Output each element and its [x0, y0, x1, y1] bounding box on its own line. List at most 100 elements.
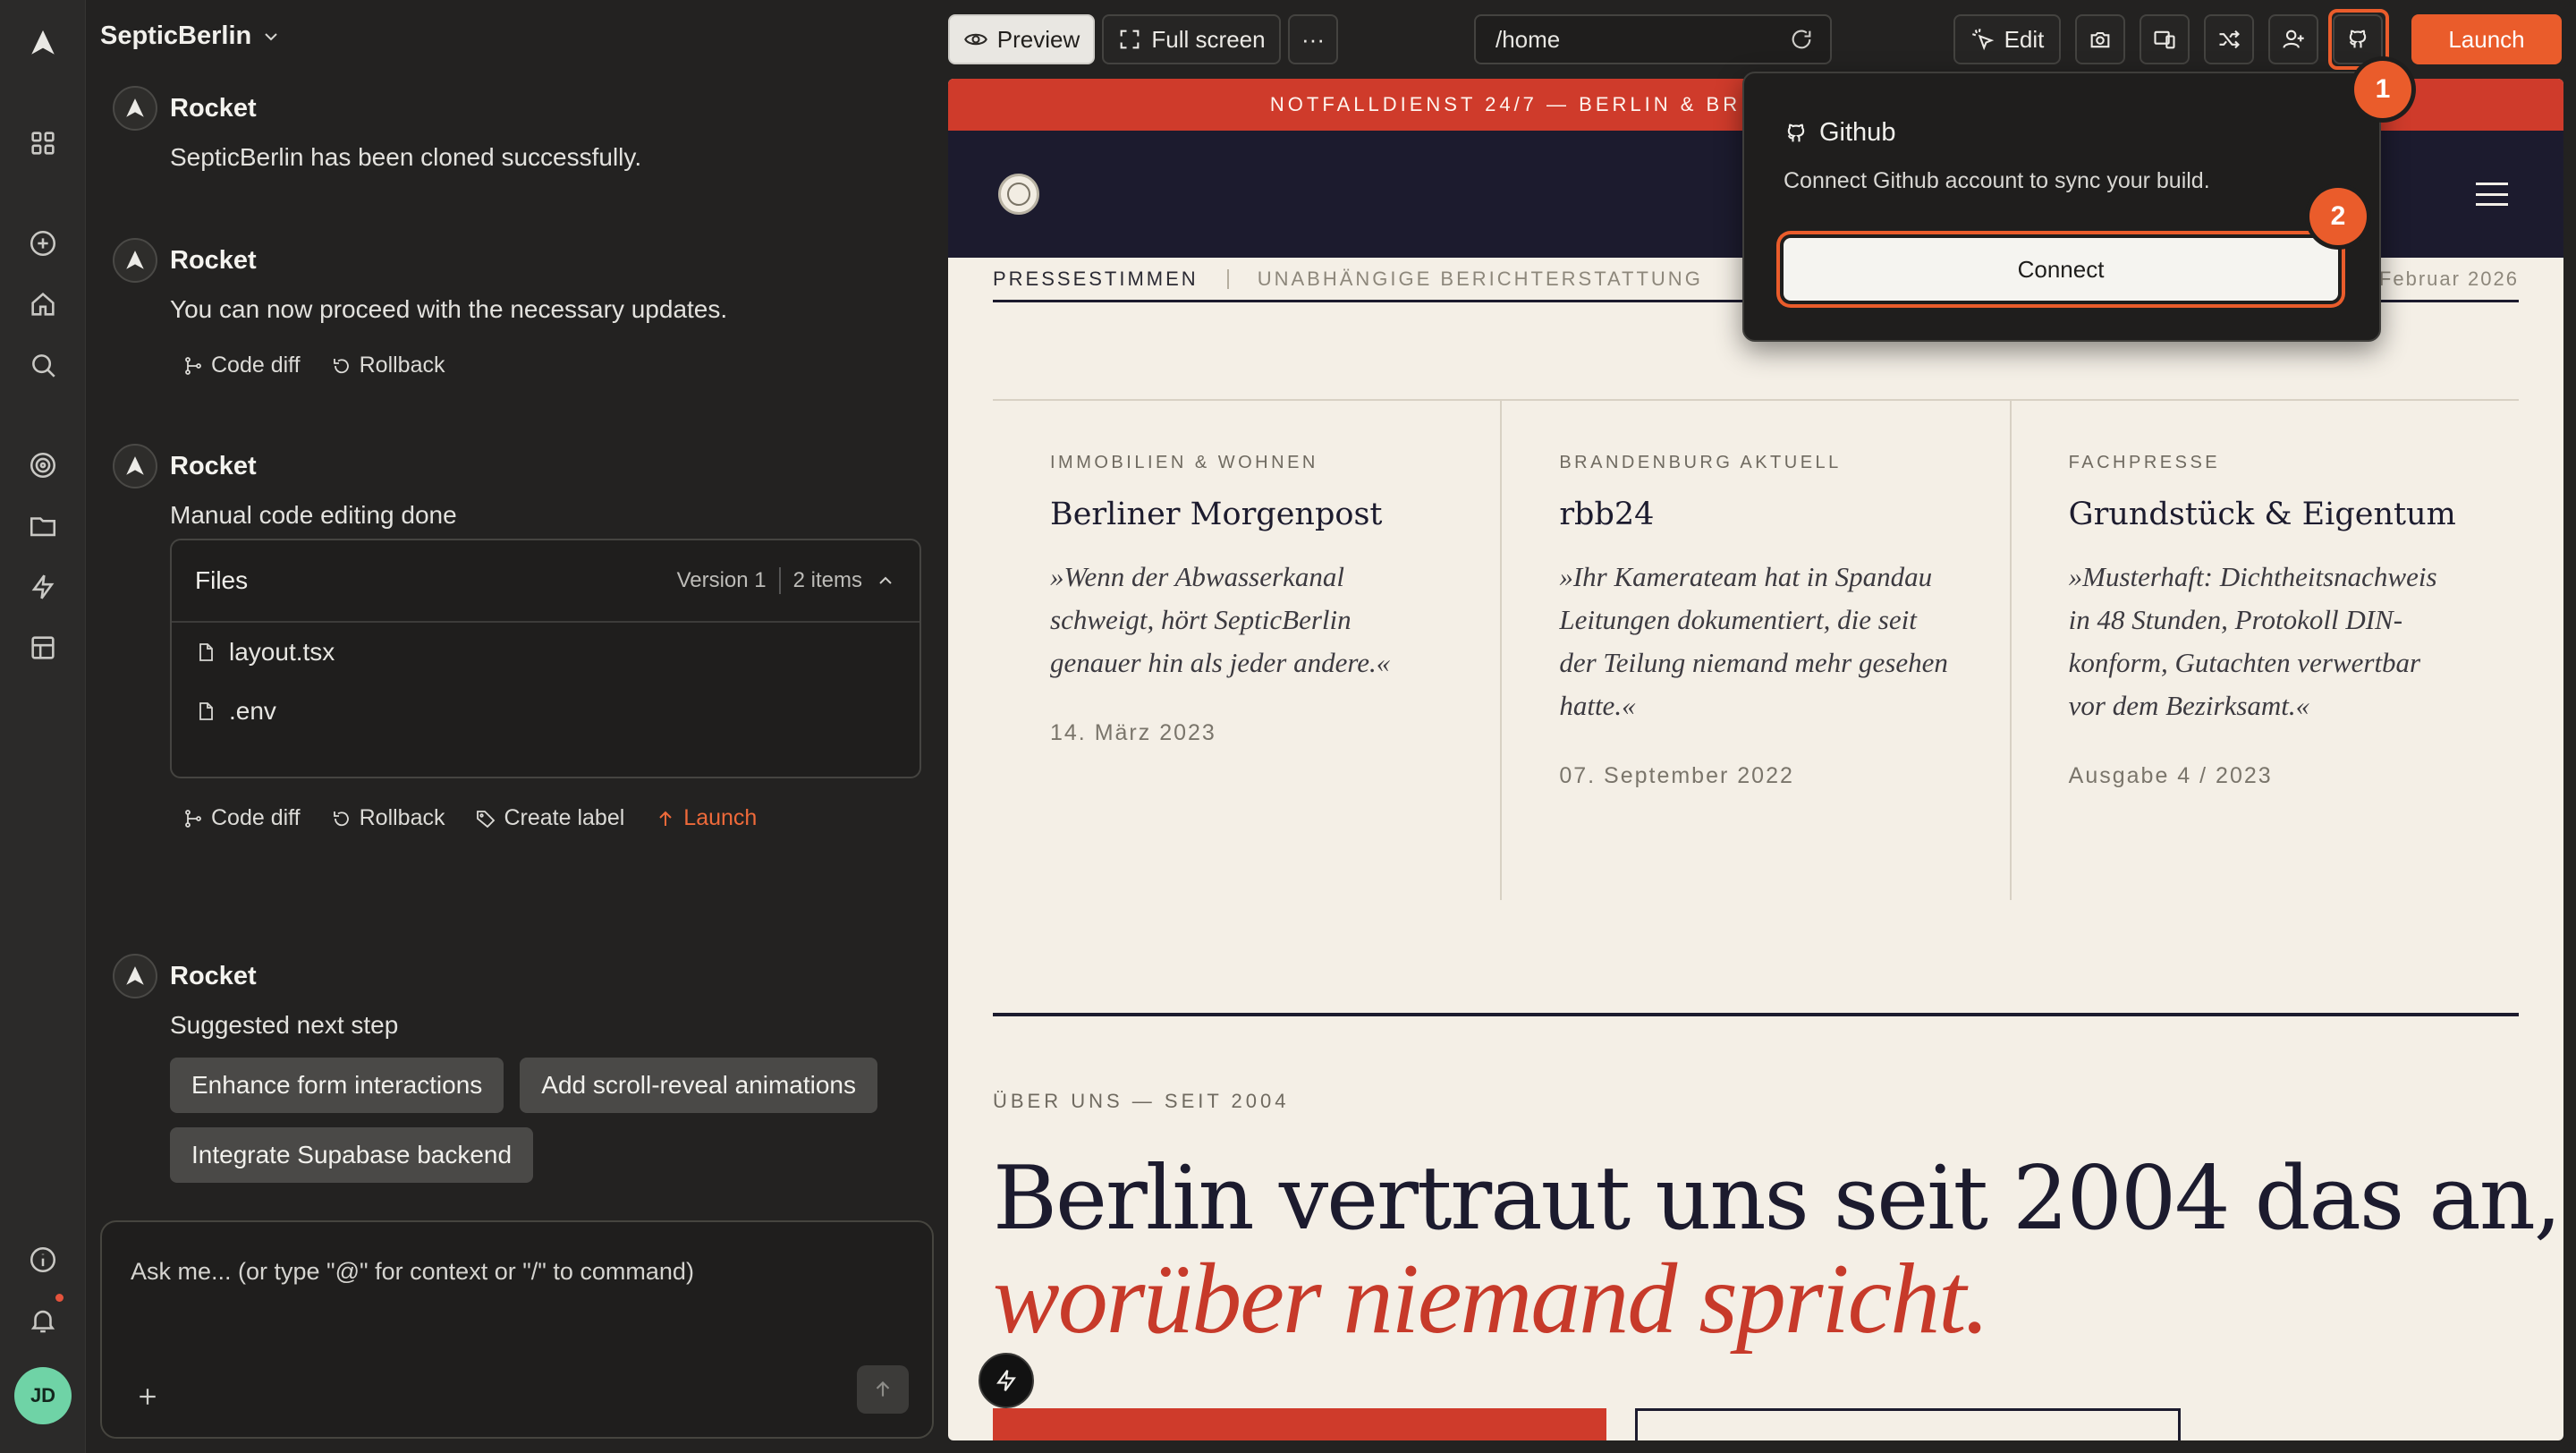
ellipsis-icon: ···	[1301, 25, 1325, 53]
screenshot-button[interactable]	[2075, 14, 2125, 64]
hero-line-1: Berlin vertraut uns seit 2004 das an,	[993, 1148, 2562, 1250]
card-category: FACHPRESSE	[2068, 453, 2221, 472]
suggestion-chip[interactable]: Integrate Supabase backend	[170, 1127, 534, 1183]
rocket-logo-icon[interactable]	[21, 21, 64, 64]
card-publication: rbb24	[1559, 497, 1655, 532]
create-label-button[interactable]: Create label	[475, 805, 624, 831]
apps-grid-icon[interactable]	[21, 122, 64, 165]
bolt-icon	[996, 1370, 1016, 1391]
url-input[interactable]: /home	[1496, 26, 1560, 54]
layout-icon[interactable]	[21, 626, 64, 669]
arrow-up-icon	[659, 811, 673, 826]
user-plus-icon	[2283, 30, 2304, 48]
press-date: Februar 2026	[2378, 267, 2519, 290]
code-diff-button[interactable]: Code diff	[182, 805, 301, 831]
secondary-cta-button[interactable]	[1635, 1408, 2181, 1440]
rocket-avatar-icon	[113, 86, 157, 131]
press-card: IMMOBILIEN & WOHNEN Berliner Morgenpost …	[993, 401, 1503, 900]
file-item[interactable]: layout.tsx	[172, 623, 919, 682]
step-badge-2: 2	[2309, 188, 2367, 245]
file-icon	[199, 643, 213, 661]
user-avatar[interactable]: JD	[14, 1367, 72, 1424]
chat-message: Rocket You can now proceed with the nece…	[113, 238, 909, 324]
code-diff-button[interactable]: Code diff	[182, 353, 301, 378]
composer-placeholder[interactable]: Ask me... (or type "@" for context or "/…	[131, 1258, 694, 1286]
url-bar[interactable]: /home	[1474, 14, 1832, 64]
bolt-fab-button[interactable]	[979, 1353, 1034, 1408]
info-icon[interactable]	[21, 1238, 64, 1281]
rocket-avatar-icon	[113, 954, 157, 998]
files-version: Version 1	[676, 568, 767, 592]
card-publication: Berliner Morgenpost	[1050, 497, 1383, 532]
home-icon[interactable]	[21, 283, 64, 326]
notification-dot	[55, 1294, 64, 1302]
press-cards: IMMOBILIEN & WOHNEN Berliner Morgenpost …	[993, 399, 2519, 900]
message-actions: Code diff Rollback Create label Launch	[182, 805, 757, 831]
message-text: Suggested next step	[170, 1011, 399, 1039]
rollback-button[interactable]: Rollback	[331, 805, 445, 831]
hero-heading: Berlin vertraut uns seit 2004 das an, wo…	[993, 1148, 2562, 1349]
suggestion-chips: Enhance form interactions Add scroll-rev…	[170, 1058, 921, 1183]
card-category: IMMOBILIEN & WOHNEN	[1050, 453, 1318, 472]
refresh-icon[interactable]	[1789, 27, 1814, 52]
rocket-avatar-icon	[113, 444, 157, 489]
folder-icon[interactable]	[21, 505, 64, 548]
primary-cta-button[interactable]	[993, 1408, 1606, 1440]
connect-github-button[interactable]: Connect	[1784, 238, 2338, 301]
fullscreen-button[interactable]: Full screen	[1102, 14, 1281, 64]
site-logo-icon[interactable]	[998, 174, 1039, 215]
chat-message: Rocket SepticBerlin has been cloned succ…	[113, 86, 909, 172]
git-branch-icon	[185, 809, 201, 828]
launch-button[interactable]: Launch	[2411, 14, 2562, 64]
card-publication: Grundstück & Eigentum	[2068, 497, 2456, 532]
card-date: 14. März 2023	[1050, 720, 1216, 745]
cursor-click-icon	[1971, 29, 1994, 51]
bolt-icon[interactable]	[21, 565, 64, 608]
plus-icon[interactable]	[134, 1383, 161, 1410]
github-popover: Github Connect Github account to sync yo…	[1742, 72, 2381, 342]
github-icon	[1787, 123, 1805, 141]
card-quote: »Musterhaft: Dichtheitsnachweis in 48 St…	[2068, 561, 2437, 721]
github-button[interactable]	[2333, 14, 2383, 64]
chat-message: Rocket Suggested next step	[113, 954, 909, 1040]
chat-composer[interactable]: Ask me... (or type "@" for context or "/…	[100, 1220, 934, 1439]
card-quote: »Wenn der Abwasserkanal schweigt, hört S…	[1050, 561, 1391, 678]
suggestion-chip[interactable]: Add scroll-reveal animations	[520, 1058, 877, 1113]
section-divider	[993, 1013, 2519, 1016]
suggestion-chip[interactable]: Enhance form interactions	[170, 1058, 504, 1113]
chat-message: Rocket Manual code editing done	[113, 444, 909, 530]
target-icon[interactable]	[21, 444, 64, 487]
devices-icon	[2154, 30, 2175, 49]
file-icon	[199, 702, 213, 720]
responsive-view-button[interactable]	[2140, 14, 2190, 64]
press-card: FACHPRESSE Grundstück & Eigentum »Muster…	[2012, 401, 2519, 900]
rollback-icon	[333, 811, 349, 826]
rollback-button[interactable]: Rollback	[331, 353, 445, 378]
card-date: Ausgabe 4 / 2023	[2068, 763, 2273, 788]
file-item[interactable]: .env	[172, 682, 919, 741]
message-actions: Code diff Rollback	[182, 353, 445, 378]
project-name: SepticBerlin	[100, 21, 252, 50]
popover-title: Github	[1784, 118, 1895, 148]
invite-user-button[interactable]	[2268, 14, 2318, 64]
files-title: Files	[195, 566, 249, 594]
new-project-icon[interactable]	[21, 222, 64, 265]
launch-link[interactable]: Launch	[655, 805, 757, 831]
card-quote: »Ihr Kamerateam hat in Spandau Leitungen…	[1559, 561, 1948, 721]
preview-tab[interactable]: Preview	[948, 14, 1095, 64]
more-options-button[interactable]: ···	[1288, 14, 1338, 64]
icon-rail: JD	[0, 0, 86, 1453]
git-branch-icon	[185, 356, 201, 375]
bell-icon[interactable]	[21, 1299, 64, 1342]
hamburger-menu-icon[interactable]	[2476, 183, 2508, 206]
chevron-up-icon	[879, 576, 892, 584]
rollback-icon	[333, 358, 349, 373]
search-icon[interactable]	[21, 344, 64, 387]
press-label: PRESSESTIMMEN	[993, 267, 1199, 290]
camera-icon	[2090, 31, 2110, 48]
edit-button[interactable]: Edit	[1953, 14, 2061, 64]
files-header[interactable]: Files Version 1 2 items	[172, 540, 919, 623]
project-switcher[interactable]: SepticBerlin	[100, 21, 282, 51]
send-button[interactable]	[857, 1365, 909, 1414]
shuffle-button[interactable]	[2204, 14, 2254, 64]
